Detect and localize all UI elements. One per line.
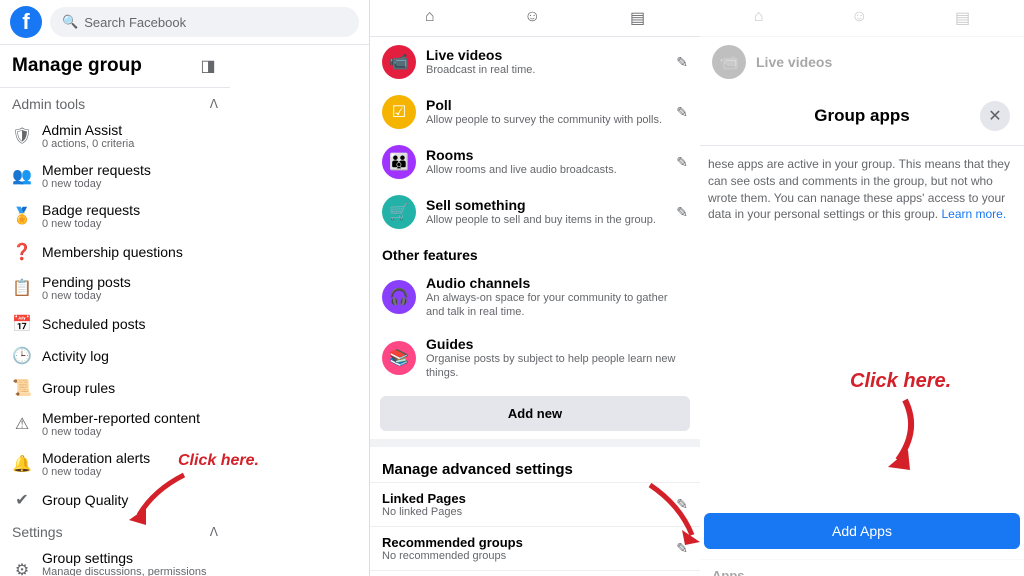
admin-tools-section[interactable]: Admin tools ᐱ	[0, 88, 230, 116]
bee-logo-icon: 🐝	[246, 94, 290, 138]
arrow-icon-3	[870, 395, 940, 475]
tab-discussion[interactable]: Di	[292, 378, 304, 401]
manage-title: Manage group	[12, 55, 142, 77]
panel-group-apps-modal: ⌂☺▤ 📹 Live videos Group apps ✕ hese apps…	[700, 0, 1024, 576]
groups-icon[interactable]: ☺	[524, 8, 540, 28]
close-icon[interactable]: ✕	[980, 101, 1010, 131]
edit-icon[interactable]: ✎	[676, 204, 688, 221]
annotation-click-1: Click here.	[178, 452, 259, 470]
modal-title: Group apps	[744, 106, 980, 126]
write-post-box[interactable]: Writ	[244, 415, 370, 454]
banner-title-1: M	[246, 146, 278, 188]
other-features-list: 🎧Audio channelsAn always-on space for yo…	[370, 267, 700, 388]
advanced-row-apps: AppsNo apps✎	[370, 570, 700, 576]
page-icon[interactable]: ▤	[630, 8, 645, 28]
other-features-title: Other features	[370, 237, 700, 267]
sidebar-scroll: Manage group ◨ Admin tools ᐱ 🛡Admin Assi…	[0, 45, 230, 576]
section-label: Admin tools	[12, 96, 85, 112]
sidebar-item[interactable]: 🕒Activity log	[0, 340, 230, 372]
edit-icon[interactable]: ✎	[676, 54, 688, 71]
sidebar-item[interactable]: ✔Group Quality	[0, 484, 230, 516]
feature-row: 🛒Sell somethingAllow people to sell and …	[370, 187, 700, 237]
sidebar-item[interactable]: ❓Membership questions	[0, 236, 230, 268]
sidebar-item[interactable]: 👥Member requests0 new today	[0, 156, 230, 196]
sidebar-item[interactable]: 📋Pending posts0 new today	[0, 268, 230, 308]
manage-group-header: Manage group ◨	[0, 45, 230, 88]
advanced-settings-title: Manage advanced settings	[370, 451, 700, 482]
features-list: 📹Live videosBroadcast in real time.✎☑Pol…	[370, 37, 700, 237]
sidebar-item-group-settings[interactable]: ⚙Group settingsManage discussions, permi…	[0, 544, 230, 576]
annotation-click-2: Click here.	[850, 370, 951, 393]
panel-toggle-icon[interactable]: ◨	[198, 56, 218, 76]
arrow-icon-1	[124, 470, 194, 530]
chevron-up-icon: ᐱ	[210, 525, 218, 539]
section-label: Settings	[12, 524, 63, 540]
feature-row: 🎧Audio channelsAn always-on space for yo…	[370, 267, 700, 328]
edit-icon[interactable]: ✎	[676, 154, 688, 171]
sidebar-item[interactable]: 📜Group rules	[0, 372, 230, 404]
facebook-logo-icon[interactable]: f	[10, 6, 42, 38]
sidebar-item[interactable]: 🏅Badge requests0 new today	[0, 196, 230, 236]
learn-more-link[interactable]: Learn more.	[941, 207, 1006, 221]
banner-tagline: Social	[246, 232, 370, 247]
feature-row: 📚GuidesOrganise posts by subject to help…	[370, 328, 700, 389]
privacy-label: 🔒 Private group	[230, 351, 370, 364]
try-button[interactable]: Try f	[246, 261, 302, 291]
background-dimmed: ⌂☺▤ 📹 Live videos	[700, 0, 1024, 87]
search-placeholder: Search Facebook	[84, 15, 186, 30]
sidebar-item[interactable]: ⚠Member-reported content0 new today	[0, 404, 230, 444]
home-icon[interactable]: ⌂	[425, 8, 435, 28]
sidebar-item[interactable]: 🛡Admin Assist0 actions, 0 criteria	[0, 116, 230, 156]
chevron-up-icon: ᐱ	[210, 97, 218, 111]
add-new-button[interactable]: Add new	[380, 396, 690, 431]
modal-header: Group apps ✕	[700, 87, 1024, 146]
modal-description: hese apps are active in your group. This…	[700, 146, 1024, 233]
cover-banner: 🐝 ML Social Try f Free 14-	[230, 44, 370, 314]
group-tabs: About Di	[230, 364, 370, 401]
sidebar-item[interactable]: 📅Scheduled posts	[0, 308, 230, 340]
top-bar: f 🔍 Search Facebook	[0, 0, 369, 45]
free-trial-text: Free 14-	[246, 295, 370, 306]
apps-row-dimmed: AppsNo apps	[700, 559, 1024, 576]
feature-row: 📹Live videosBroadcast in real time.✎	[370, 37, 700, 87]
search-input[interactable]: 🔍 Search Facebook	[50, 7, 359, 37]
feature-row: 👪RoomsAllow rooms and live audio broadca…	[370, 137, 700, 187]
feature-row: ☑PollAllow people to survey the communit…	[370, 87, 700, 137]
edit-icon[interactable]: ✎	[676, 104, 688, 121]
search-icon: 🔍	[62, 14, 78, 30]
settings-items-list: ⚙Group settingsManage discussions, permi…	[0, 544, 230, 576]
arrow-icon-2	[640, 480, 710, 550]
banner-title-2: L	[246, 184, 269, 226]
settings-section[interactable]: Settings ᐱ	[0, 516, 230, 544]
tab-about[interactable]: About	[244, 378, 278, 401]
add-apps-button[interactable]: Add Apps	[704, 513, 1020, 549]
group-preview-underlay: 🐝 ML Social Try f Free 14- SocialB 🔒 Pri…	[230, 44, 370, 504]
group-name: SocialB	[230, 314, 370, 351]
top-nav-icons: ⌂ ☺ ▤	[370, 0, 700, 37]
